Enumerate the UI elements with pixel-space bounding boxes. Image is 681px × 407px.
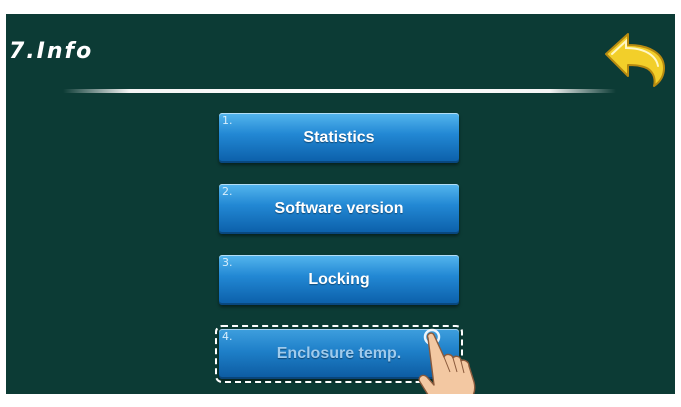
back-button[interactable] xyxy=(598,28,675,88)
back-arrow-icon xyxy=(605,33,665,87)
item-number: 3. xyxy=(222,256,233,269)
menu-button-software-version[interactable]: 2. Software version xyxy=(219,184,459,234)
item-number: 2. xyxy=(222,185,233,198)
item-number: 4. xyxy=(222,330,233,343)
item-label: Locking xyxy=(308,271,370,288)
page-title: 7.Info xyxy=(9,39,94,64)
info-screen: 7.Info 1. Statistics 2. Software version… xyxy=(6,14,675,394)
item-label: Software version xyxy=(274,200,404,217)
title-divider xyxy=(63,89,616,93)
menu-button-statistics[interactable]: 1. Statistics xyxy=(219,113,459,163)
item-label: Statistics xyxy=(303,129,375,146)
item-number: 1. xyxy=(222,114,233,127)
hand-pointer-icon xyxy=(406,324,486,394)
menu-button-locking[interactable]: 3. Locking xyxy=(219,255,459,305)
